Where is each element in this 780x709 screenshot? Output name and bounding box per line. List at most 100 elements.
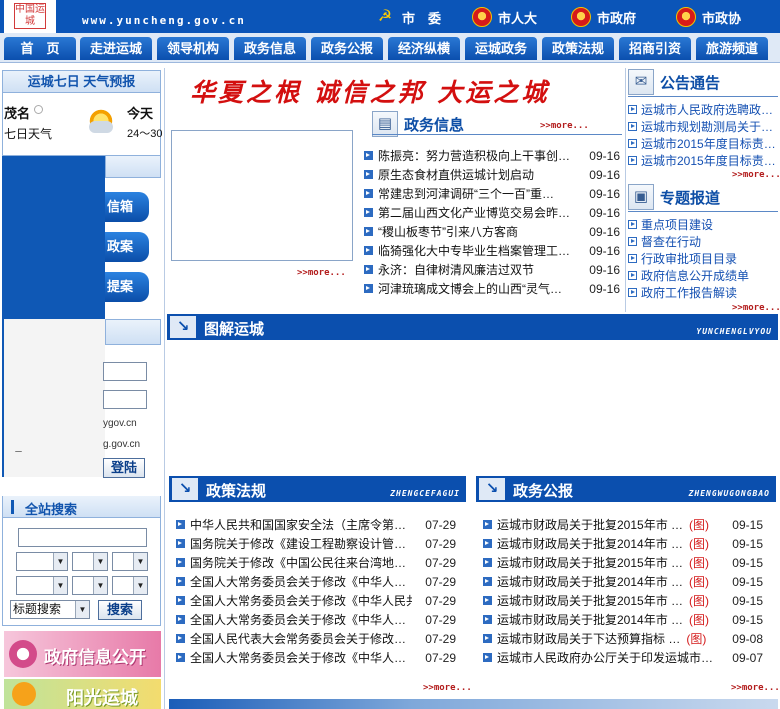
bulletin-item-title: 运城市财政局关于批复2014年市 … <box>497 537 684 551</box>
bulletin-item[interactable]: 运城市财政局关于批复2014年市 … (图) 09-15 <box>483 572 763 591</box>
nav-gov-bulletin[interactable]: 政务公报 <box>311 37 383 60</box>
bulletin-item[interactable]: 运城市人民政府办公厅关于印发运城市… 09-07 <box>483 648 763 667</box>
notice-item[interactable]: 运城市规划勘测局关于… <box>628 118 776 135</box>
topics-more-link[interactable]: >>more... <box>732 303 780 313</box>
nav-economy[interactable]: 经济纵横 <box>388 37 460 60</box>
policy-item[interactable]: 全国人大常务委员会关于修改《中华人… 07-29 <box>176 572 456 591</box>
news-item[interactable]: 原生态食材直供运城计划启动 09-16 <box>364 165 620 184</box>
top-link-label: 市人大 <box>498 10 538 26</box>
news-item[interactable]: “稷山板枣节”引来八方客商 09-16 <box>364 222 620 241</box>
proposal-button-1[interactable]: 政案 <box>105 232 149 262</box>
top-link-cppcc[interactable]: 市政协 <box>676 6 741 28</box>
login-domain-1: ygov.cn <box>103 418 137 429</box>
national-emblem-icon <box>472 7 492 27</box>
topic-item[interactable]: 政府信息公开成绩单 <box>628 267 776 284</box>
gov-info-banner[interactable]: 政府信息公开 <box>4 631 161 677</box>
policy-item[interactable]: 全国人大常务委员会关于修改《中华人民共… 07-29 <box>176 591 456 610</box>
nav-policy[interactable]: 政策法规 <box>542 37 614 60</box>
nav-home[interactable]: 首 页 <box>4 37 76 60</box>
top-link-congress[interactable]: 市人大 <box>472 6 537 28</box>
notice-item[interactable]: 运城市2015年度目标责… <box>628 135 776 152</box>
news-item-title: 河津琉璃成文博会上的山西“灵气… <box>378 282 562 296</box>
policy-item[interactable]: 国务院关于修改《建设工程勘察设计管… 07-29 <box>176 534 456 553</box>
policy-item-date: 07-29 <box>425 536 456 551</box>
search-select-1[interactable]: ▼ <box>16 552 68 571</box>
login-button[interactable]: 登陆 <box>103 458 145 478</box>
notice-item[interactable]: 运城市2015年度目标责… <box>628 152 776 169</box>
mailbox-button[interactable]: 信箱 <box>105 192 149 222</box>
topic-item[interactable]: 重点项目建设 <box>628 216 776 233</box>
nav-leadership[interactable]: 领导机构 <box>157 37 229 60</box>
left-column: 运城七日 天气预报 茂名 七日天气 今天 24～30 信箱 政案 提案 ygov… <box>2 68 162 709</box>
bulletin-item[interactable]: 运城市财政局关于批复2014年市 … (图) 09-15 <box>483 610 763 629</box>
site-logo[interactable]: 中国运城 <box>4 0 56 33</box>
nav-gov-affairs[interactable]: 运城政务 <box>465 37 537 60</box>
policy-item[interactable]: 全国人大常务委员会关于修改《中华人… 07-29 <box>176 648 456 667</box>
news-item[interactable]: 常建忠到河津调研“三个一百”重… 09-16 <box>364 184 620 203</box>
nav-tourism[interactable]: 旅游频道 <box>696 37 768 60</box>
bulletin-item[interactable]: 运城市财政局关于批复2015年市 … (图) 09-15 <box>483 553 763 572</box>
bulletin-more-link[interactable]: >>more... <box>731 683 780 693</box>
nav-investment[interactable]: 招商引资 <box>619 37 691 60</box>
login-dash: － <box>14 447 24 457</box>
weather-seven-day[interactable]: 七日天气 <box>4 125 52 142</box>
sunshine-banner[interactable]: 阳光运城 <box>4 679 161 709</box>
topic-item[interactable]: 政府工作报告解读 <box>628 284 776 301</box>
news-more-link[interactable]: >>more... <box>540 121 589 131</box>
arrow-bullet-icon <box>628 220 637 229</box>
news-item[interactable]: 河津琉璃成文博会上的山西“灵气… 09-16 <box>364 279 620 298</box>
bulletin-item-date: 09-15 <box>732 574 763 589</box>
top-link-government[interactable]: 市政府 <box>571 6 636 28</box>
notice-item[interactable]: 运城市人民政府选聘政… <box>628 101 776 118</box>
news-photo[interactable] <box>171 130 353 261</box>
top-link-party-committee[interactable]: ☭ 市 委 <box>376 6 441 28</box>
topic-item[interactable]: 行政审批项目目录 <box>628 250 776 267</box>
topics-header: ▣ 专题报道 <box>628 184 720 210</box>
side-panel-header <box>105 156 161 178</box>
news-item-title: 第二届山西文化产业博览交易会昨… <box>378 206 571 220</box>
policy-item[interactable]: 国务院关于修改《中国公民往来台湾地… 07-29 <box>176 553 456 572</box>
policy-item[interactable]: 中华人民共和国国家安全法（主席令第… 07-29 <box>176 515 456 534</box>
search-type-select[interactable]: 标题搜索 ▼ <box>10 600 90 619</box>
news-item[interactable]: 陈振亮：努力营造积极向上干事创… 09-16 <box>364 146 620 165</box>
news-item-title: 临猗强化大中专毕业生档案管理工… <box>378 244 571 258</box>
chevron-down-icon: ▼ <box>75 601 89 618</box>
nav-gov-info[interactable]: 政务信息 <box>234 37 306 60</box>
news-photo-more-link[interactable]: >>more... <box>297 268 346 278</box>
bulletin-item[interactable]: 运城市财政局关于批复2015年市 … (图) 09-15 <box>483 591 763 610</box>
arrow-bullet-icon <box>176 596 185 605</box>
news-item[interactable]: 第二届山西文化产业博览交易会昨… 09-16 <box>364 203 620 222</box>
sun-icon <box>12 682 36 706</box>
topics-rule <box>628 211 778 212</box>
topic-item[interactable]: 督查在行动 <box>628 233 776 250</box>
search-button[interactable]: 搜索 <box>98 600 142 620</box>
bulletin-item[interactable]: 运城市财政局关于下达预算指标 … (图) 09-08 <box>483 629 763 648</box>
notice-more-link[interactable]: >>more... <box>732 170 780 180</box>
proposal-button-2[interactable]: 提案 <box>105 272 149 302</box>
bulletin-item[interactable]: 运城市财政局关于批复2015年市 … (图) 09-15 <box>483 515 763 534</box>
policy-more-link[interactable]: >>more... <box>423 683 472 693</box>
policy-list: 中华人民共和国国家安全法（主席令第… 07-29 国务院关于修改《建设工程勘察设计… <box>176 515 456 667</box>
search-select-4[interactable]: ▼ <box>16 576 68 595</box>
arrow-bullet-icon <box>628 254 637 263</box>
password-input[interactable] <box>103 390 147 409</box>
search-select-2[interactable]: ▼ <box>72 552 108 571</box>
username-input[interactable] <box>103 362 147 381</box>
policy-item[interactable]: 全国人大常务委员会关于修改《中华人… 07-29 <box>176 610 456 629</box>
arrow-bullet-icon <box>176 520 185 529</box>
news-item-date: 09-16 <box>589 167 620 182</box>
bulletin-item[interactable]: 运城市财政局关于批复2014年市 … (图) 09-15 <box>483 534 763 553</box>
arrow-bullet-icon <box>628 271 637 280</box>
nav-about-yuncheng[interactable]: 走进运城 <box>80 37 152 60</box>
policy-item[interactable]: 全国人民代表大会常务委员会关于修改… 07-29 <box>176 629 456 648</box>
search-select-3[interactable]: ▼ <box>112 552 148 571</box>
news-item[interactable]: 永济：自律树清风廉洁过双节 09-16 <box>364 260 620 279</box>
news-item[interactable]: 临猗强化大中专毕业生档案管理工… 09-16 <box>364 241 620 260</box>
topic-item-title: 督查在行动 <box>641 235 702 249</box>
search-input[interactable] <box>18 528 147 547</box>
policy-band: ↘ 政策法规 ZHENGCEFAGUI <box>169 476 466 502</box>
megaphone-icon: ✉ <box>628 69 654 95</box>
arrow-bullet-icon <box>364 170 373 179</box>
search-select-6[interactable]: ▼ <box>112 576 148 595</box>
search-select-5[interactable]: ▼ <box>72 576 108 595</box>
